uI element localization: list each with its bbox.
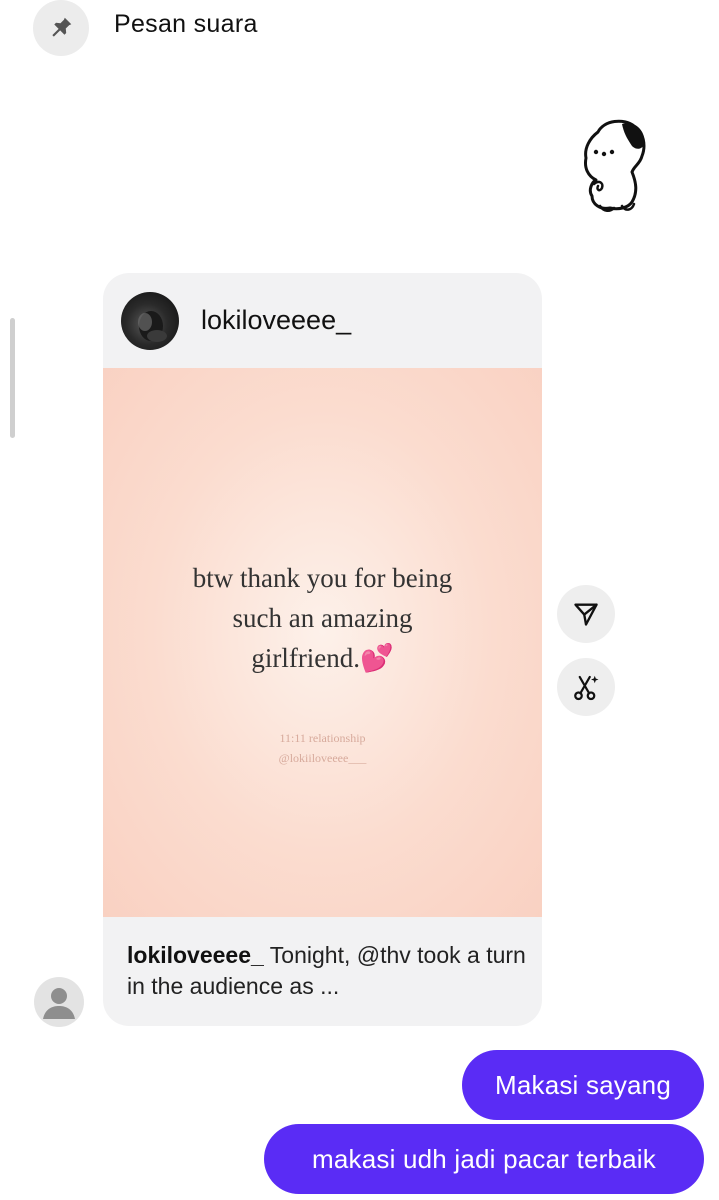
share-button[interactable]: [557, 585, 615, 643]
puppy-sticker[interactable]: [570, 110, 654, 218]
pin-icon: [52, 17, 72, 37]
remix-icon: [574, 675, 599, 701]
puppy-sticker-icon: [584, 119, 646, 212]
post-watermark: 11:11 relationship @lokiiloveeee___: [103, 728, 542, 768]
quote-line: girlfriend.💕: [251, 643, 394, 673]
watermark-line: 11:11 relationship: [279, 731, 366, 745]
scrollbar[interactable]: [10, 318, 15, 438]
quote-line: btw thank you for being: [192, 563, 453, 593]
post-caption[interactable]: lokiloveeee_ Tonight, @thv took a turn i…: [127, 940, 527, 1002]
pinned-label: Pesan suara: [114, 10, 258, 38]
default-avatar-icon: [43, 988, 75, 1019]
watermark-line: @lokiiloveeee___: [278, 751, 367, 765]
post-image[interactable]: btw thank you for being such an amazing …: [103, 368, 542, 917]
post-header[interactable]: lokiloveeee_: [103, 273, 542, 368]
pin-button[interactable]: [33, 0, 89, 56]
message-bubble[interactable]: Makasi sayang: [462, 1050, 704, 1120]
send-icon: [574, 603, 598, 626]
sender-avatar[interactable]: [34, 977, 84, 1027]
post-username[interactable]: lokiloveeee_: [201, 305, 351, 336]
message-bubble[interactable]: makasi udh jadi pacar terbaik: [264, 1124, 704, 1194]
caption-username: lokiloveeee_: [127, 942, 264, 968]
post-quote-text: btw thank you for being such an amazing …: [143, 558, 502, 678]
post-author-avatar[interactable]: [121, 292, 179, 350]
pinned-message-row[interactable]: Pesan suara: [0, 0, 719, 58]
avatar-image: [138, 311, 167, 342]
shared-post-card[interactable]: lokiloveeee_ btw thank you for being suc…: [103, 273, 542, 1026]
quote-line: such an amazing: [232, 603, 413, 633]
remix-button[interactable]: [557, 658, 615, 716]
